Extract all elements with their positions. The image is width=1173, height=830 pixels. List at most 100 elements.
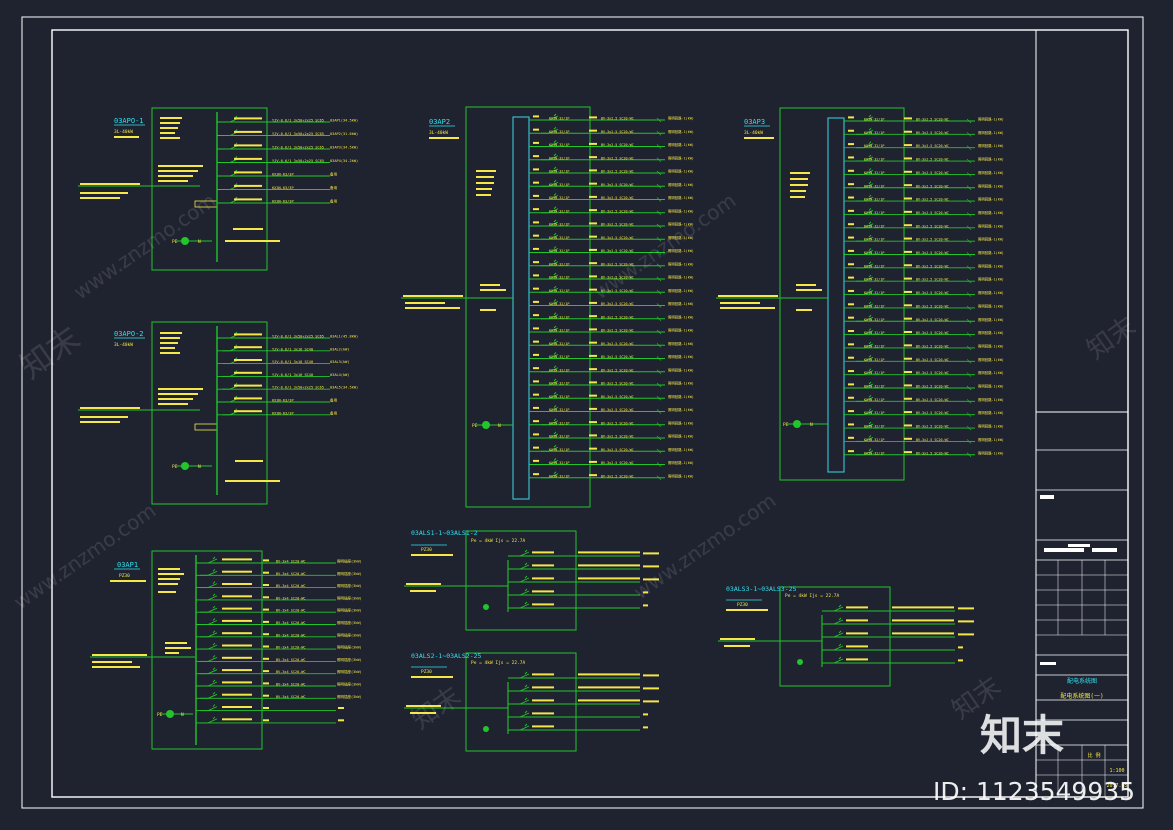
breaker-label: KX3N-32/1P [864, 224, 884, 228]
panel-name: 03AP3 [744, 118, 765, 126]
breaker-label: KX3N-32/1P [864, 211, 884, 215]
breaker-label [234, 130, 262, 133]
breaker-label [222, 644, 252, 647]
breaker-label: KX3N-32/1P [864, 318, 884, 322]
load-label: 03AP4(34.2kW) [330, 159, 358, 163]
phase-label [263, 608, 269, 611]
breaker-switch [212, 605, 216, 609]
circuit-label [589, 354, 597, 357]
cable-label: BV-3x2.5 SC20-WC [916, 224, 949, 228]
cable-label: BV-3x2.5 SC20-WC [601, 302, 634, 306]
breaker-switch [207, 558, 218, 564]
phase-label [533, 473, 539, 476]
load-label: 照明回路-1(kW) [978, 437, 1004, 442]
load-label: 照明回路-1(kW) [668, 434, 694, 439]
panel-head: Pe = 4kW Ijs = 22.7A [471, 538, 525, 544]
circuit-label [904, 184, 912, 187]
load-label: 照明回路-1(kW) [668, 142, 694, 147]
breaker-label: KX3N-32/1P [864, 358, 884, 362]
load-label: 照明回路-1(kW) [668, 328, 694, 333]
load-label [643, 700, 659, 703]
load-label: 照明回路-1(kW) [668, 288, 694, 293]
cable-label: BV-3x2.5 SC20-WC [916, 318, 949, 322]
cable-label: YJV-0.6/1 3x50+2x25 SC65 [272, 146, 324, 150]
breaker-switch [207, 620, 218, 625]
breaker-label [234, 346, 262, 349]
phase-label [533, 128, 539, 131]
breaker-switch [524, 575, 528, 579]
load-label: 照明回路-1(kW) [978, 183, 1004, 188]
load-label: 照明回路-1(kW) [978, 317, 1004, 322]
load-label: 照明回路-1(kW) [668, 473, 694, 478]
cable-label: BV-3x2.5 SC20-WC [601, 209, 634, 213]
panel-03apo-2-feeders: YJV-0.6/1 3x50+2x25 SC65 03AL1(45.8kW) YJV… [217, 331, 358, 415]
breaker-label [846, 619, 868, 622]
breaker-switch [212, 667, 216, 671]
breaker-switch [524, 562, 528, 566]
cable-label: BV-3x2.5 SC20-WC [916, 198, 949, 202]
circuit-label [904, 130, 912, 133]
cable-label: BV-3x2.5 SC20-WC [601, 435, 634, 439]
load-label: 照明插座(3kW) [337, 645, 362, 650]
load-label: 03AL3(kW) [330, 360, 349, 364]
cable-label: BV-3x2.5 SC20-WC [601, 448, 634, 452]
phase-label [848, 330, 854, 332]
breaker-label: KX3N-32/1P [549, 276, 569, 280]
cable-label: BV-3x2.5 SC20-WC [916, 291, 949, 295]
breaker-label [234, 198, 262, 201]
breaker-switch [833, 606, 844, 612]
cable-label: YJV-0.6/1 3x16 SC40 [272, 373, 313, 377]
phase-label [533, 314, 539, 317]
load-label: 照明回路-1(kW) [978, 397, 1004, 402]
phase-label [263, 645, 269, 648]
breaker-label: KX3N-32/1P [864, 344, 884, 348]
breaker-switch [519, 712, 530, 718]
load-label: 照明回路-1(kW) [978, 343, 1004, 348]
circuit-label [904, 237, 912, 240]
breaker-label [222, 632, 252, 635]
load-label: 照明回路-1(kW) [668, 394, 694, 399]
phase-label [263, 571, 269, 574]
breaker-label: KX3N-32/1P [549, 395, 569, 399]
circuit-label [589, 301, 597, 304]
breaker-switch [838, 617, 842, 621]
panel-03apo-1-feeders: YJV-0.6/1 3x50+2x25 SC65 03AP1(34.5kW) YJV… [217, 115, 358, 204]
breaker-label: KX3N-32/1P [549, 329, 569, 333]
cable-label: BV-3x2.5 SC20-WC [601, 421, 634, 425]
cable-label: BV-3x4 SC20-WC [276, 621, 306, 625]
title-block: 配电系统图 配电系统图(一) 比 例 1:100 2017.05 [1035, 30, 1128, 797]
breaker-switch [524, 684, 528, 688]
panel-03ap3-feeders: KX3N-32/1P BV-3x2.5 SC20-WC 照明回路-1(kW) KX3N… [844, 114, 1004, 457]
load-label: 备用 [330, 199, 338, 204]
spare-label [643, 726, 648, 729]
phase-label [533, 367, 539, 370]
title-drawing-name: 配电系统图(一) [1060, 692, 1103, 700]
breaker-label: KX3N-32/1P [549, 342, 569, 346]
phase-label [848, 143, 854, 146]
cable-label: YJV-0.6/1 3x50+2x25 SC65 [272, 335, 324, 339]
phase-label [533, 406, 539, 409]
svg-text:www.znzmo.com: www.znzmo.com [589, 188, 740, 304]
breaker-label: KX3N-32/1P [864, 451, 884, 455]
circuit-label [589, 474, 597, 477]
circuit-label [904, 210, 912, 213]
phase-label [848, 450, 854, 453]
cable-label: BV-3x2.5 SC20-WC [916, 438, 949, 442]
circuit-label [589, 195, 597, 198]
breaker-label [532, 673, 554, 676]
spare-label [338, 719, 344, 722]
circuit-label [904, 397, 912, 400]
circuit-label [589, 142, 597, 145]
load-label: 照明插座(3kW) [337, 669, 362, 674]
cable-label: BV-3x4 SC20-WC [276, 695, 306, 699]
load-label: 照明回路-1(kW) [978, 157, 1004, 162]
svg-text:知末: 知末 [1082, 311, 1142, 365]
breaker-label: KX3N-32/1P [549, 223, 569, 227]
load-label: 照明插座(3kW) [337, 620, 362, 625]
phase-label [263, 682, 269, 685]
breaker-switch [838, 630, 842, 634]
load-label: 照明回路-1(kW) [978, 130, 1004, 135]
load-label: 照明回路-1(kW) [668, 341, 694, 346]
breaker-switch [519, 699, 530, 705]
phase-label [848, 223, 854, 226]
